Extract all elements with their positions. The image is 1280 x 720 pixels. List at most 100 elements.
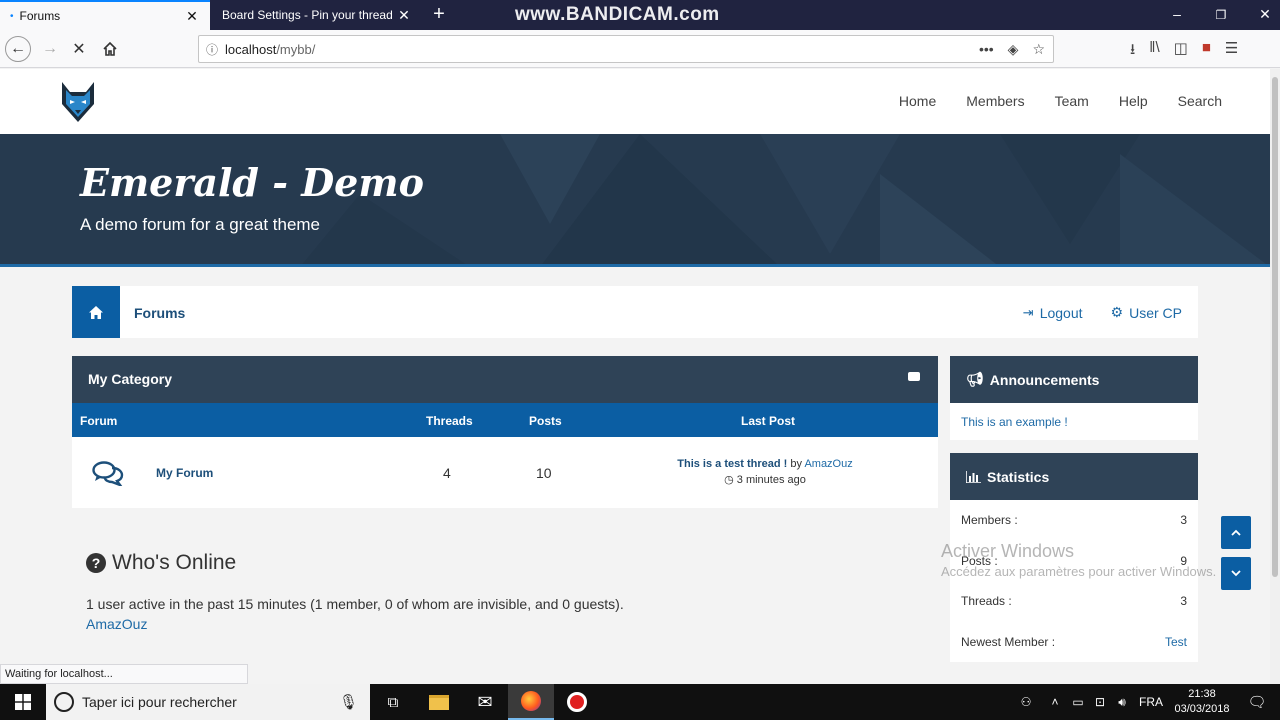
file-explorer-button[interactable] [416,684,462,720]
stat-value: 3 [1180,594,1187,608]
status-bar: Waiting for localhost... [0,664,248,684]
bar-chart-icon [966,470,981,483]
loading-dot-icon: • [10,10,14,22]
back-button[interactable]: ← [5,36,31,62]
close-icon[interactable]: ✕ [396,7,412,24]
clock-icon: ◷ [724,474,734,486]
url-text[interactable]: localhost/mybb/ [225,42,979,57]
svg-text:?: ? [92,555,101,571]
breadcrumb-forums[interactable]: Forums [134,305,185,321]
scroll-up-button[interactable] [1221,516,1251,549]
whos-online-title: Who's Online [112,551,237,574]
watermark: www.BANDICAM.com [515,4,720,25]
nav-home[interactable]: Home [899,93,936,109]
announcements-header: 📢︎ Announcements [950,356,1198,403]
site-header: Home Members Team Help Search [0,69,1270,134]
collapse-toggle-icon[interactable] [908,372,920,381]
nav-help[interactable]: Help [1119,93,1148,109]
windows-taskbar: Taper ici pour rechercher 🎙︎ ⧉ ✉ ⚇ ˄ ▭ ⊡… [0,684,1280,720]
start-button[interactable] [0,684,46,720]
statistics-title: Statistics [987,468,1050,485]
breadcrumb-home-button[interactable] [72,286,120,338]
restore-button[interactable]: ❐ [1211,8,1231,22]
library-icon[interactable]: ‖\ [1149,39,1159,64]
page-actions-icon[interactable]: ••• [979,41,994,58]
people-icon[interactable]: ⚇ [1015,695,1037,709]
clock[interactable]: 21:38 03/03/2018 [1170,687,1234,717]
menu-icon[interactable]: ☰ [1225,39,1238,64]
firefox-button[interactable] [508,684,554,720]
search-placeholder: Taper ici pour rechercher [82,694,237,710]
last-post-user-link[interactable]: AmazOuz [804,458,852,470]
forward-button[interactable]: → [37,36,63,62]
extension-icon[interactable]: ■ [1202,39,1211,64]
online-user-link[interactable]: AmazOuz [86,616,147,632]
stop-button[interactable]: ✕ [66,36,92,62]
banner: Emerald - Demo A demo forum for a great … [0,134,1270,267]
taskbar-search[interactable]: Taper ici pour rechercher 🎙︎ [46,684,370,720]
stat-posts: Posts : 9 [950,541,1198,582]
posts-count: 10 [536,465,552,481]
battery-icon[interactable]: ▭ [1067,695,1089,709]
tab-board-settings[interactable]: Board Settings - Pin your thread ✕ [212,0,422,30]
download-icon[interactable]: ⭳ [1130,39,1135,64]
new-tab-button[interactable]: + [428,3,450,26]
sidebar-icon[interactable]: ◫ [1174,39,1188,64]
chevron-up-icon[interactable]: ˄ [1043,695,1067,709]
forum-link[interactable]: My Forum [156,466,213,480]
logout-link[interactable]: ⇥ Logout [1023,304,1083,321]
last-post-link[interactable]: This is a test thread ! [677,458,787,470]
bandicam-button[interactable] [554,684,600,720]
whos-online-summary: 1 user active in the past 15 minutes (1 … [86,596,624,612]
mail-button[interactable]: ✉ [462,684,508,720]
stat-members: Members : 3 [950,500,1198,541]
nav-search[interactable]: Search [1178,93,1222,109]
question-circle-icon: ? [86,553,106,573]
close-window-button[interactable]: ✕ [1255,6,1275,23]
col-forum: Forum [80,414,118,428]
bookmark-star-icon[interactable]: ☆ [1032,41,1045,58]
announcement-text[interactable]: This is an example ! [950,403,1198,441]
url-host: localhost [225,41,277,57]
breadcrumb: Forums ⇥ Logout ⚙ User CP [72,286,1198,338]
tab-title: Board Settings - Pin your thread [222,8,393,22]
scroll-down-button[interactable] [1221,557,1251,590]
announcements-box: 📢︎ Announcements This is an example ! [950,356,1198,440]
banner-title: Emerald - Demo [80,160,424,205]
mail-icon: ✉ [477,691,493,712]
browser-nav-bar: ← → ✕ ⓘ localhost/mybb/ ••• ◈ ☆ ⭳ ‖\ ◫ ■… [0,30,1280,68]
user-cp-link[interactable]: ⚙ User CP [1111,304,1182,321]
stat-threads: Threads : 3 [950,581,1198,622]
tab-title: Forums [19,9,61,23]
microphone-icon[interactable]: 🎙︎ [339,693,358,711]
home-button[interactable] [97,36,123,62]
comments-icon [92,460,124,489]
tab-forums[interactable]: • Forums ✕ [0,0,210,30]
action-center-button[interactable]: 🗨︎ [1234,684,1280,720]
nav-members[interactable]: Members [966,93,1024,109]
volume-icon[interactable]: 🔊︎ [1111,695,1133,710]
page-scrollbar[interactable] [1270,69,1280,684]
pocket-icon[interactable]: ◈ [1008,41,1019,58]
statistics-box: Statistics Members : 3 Posts : 9 Threads… [950,453,1198,662]
firefox-icon [521,691,541,711]
stat-value: 3 [1180,513,1187,527]
category-title[interactable]: My Category [88,371,172,387]
wolf-logo-icon[interactable] [58,80,98,124]
language-indicator[interactable]: FRA [1139,695,1163,709]
minimize-button[interactable]: – [1167,6,1187,22]
scrollbar-thumb[interactable] [1272,77,1278,577]
address-bar[interactable]: ⓘ localhost/mybb/ ••• ◈ ☆ [198,35,1054,63]
nav-team[interactable]: Team [1055,93,1089,109]
network-icon[interactable]: ⊡ [1089,695,1111,709]
bullhorn-icon: 📢︎ [966,371,984,387]
task-view-button[interactable]: ⧉ [370,684,416,720]
sign-out-icon: ⇥ [1022,304,1034,320]
announcements-title: Announcements [989,371,1100,388]
newest-member-link[interactable]: Test [1165,635,1187,649]
chevron-up-icon [1231,529,1241,536]
info-icon[interactable]: ⓘ [199,41,225,58]
stat-label: Members : [961,513,1018,527]
close-icon[interactable]: ✕ [184,8,200,25]
table-header: Forum Threads Posts Last Post [72,403,938,437]
